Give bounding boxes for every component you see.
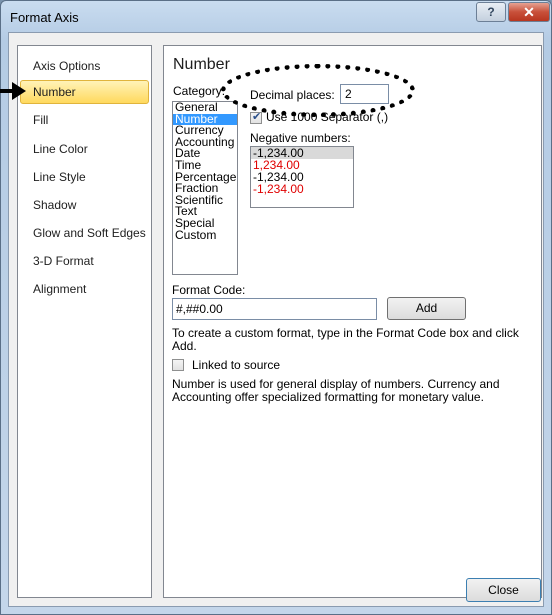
nav-item-fill[interactable]: Fill: [20, 108, 149, 132]
category-label: Category:: [173, 84, 226, 98]
window-close-button[interactable]: ✕: [508, 2, 550, 22]
number-description: Number is used for general display of nu…: [172, 377, 500, 404]
negative-numbers-list[interactable]: -1,234.00 1,234.00 -1,234.00 -1,234.00: [250, 146, 354, 208]
format-code-input[interactable]: #,##0.00: [172, 298, 377, 320]
dialog-title: Format Axis: [10, 10, 79, 25]
negative-option[interactable]: -1,234.00: [251, 183, 353, 195]
title-bar[interactable]: Format Axis ? ✕: [1, 1, 551, 33]
linked-to-source-checkbox[interactable]: [172, 359, 184, 371]
panel-title: Number: [173, 56, 230, 73]
category-nav: Axis Options Number Fill Line Color Line…: [17, 45, 152, 598]
nav-item-alignment[interactable]: Alignment: [20, 277, 149, 301]
nav-item-glow-soft-edges[interactable]: Glow and Soft Edges: [20, 221, 149, 245]
nav-item-axis-options[interactable]: Axis Options: [20, 54, 149, 78]
linked-to-source-label: Linked to source: [192, 358, 281, 372]
nav-item-line-color[interactable]: Line Color: [20, 137, 149, 161]
annotation-arrow-icon: [0, 82, 26, 100]
annotation-highlight-oval: [221, 64, 415, 117]
custom-format-hint: To create a custom format, type in the F…: [172, 326, 519, 353]
list-item[interactable]: Custom: [173, 229, 237, 242]
add-button[interactable]: Add: [387, 297, 466, 320]
close-button[interactable]: Close: [466, 578, 541, 602]
nav-item-line-style[interactable]: Line Style: [20, 165, 149, 189]
format-code-label: Format Code:: [172, 283, 246, 297]
nav-item-3d-format[interactable]: 3-D Format: [20, 249, 149, 273]
category-list[interactable]: General Number Currency Accounting Date …: [172, 101, 238, 275]
thousands-separator-checkbox[interactable]: [250, 110, 262, 124]
nav-item-shadow[interactable]: Shadow: [20, 193, 149, 217]
negative-numbers-label: Negative numbers:: [250, 131, 351, 145]
help-button[interactable]: ?: [476, 2, 506, 22]
nav-item-number[interactable]: Number: [20, 80, 149, 104]
